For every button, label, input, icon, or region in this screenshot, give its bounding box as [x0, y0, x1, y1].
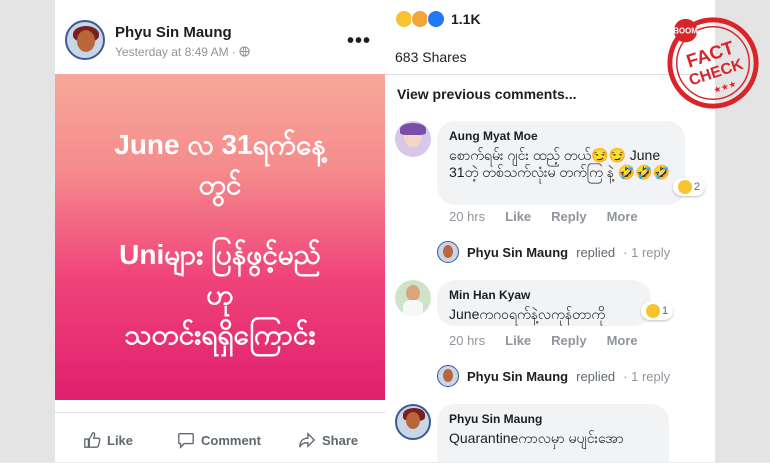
image-text-line-5: သတင်းရရှိကြောင်း [124, 319, 316, 350]
image-text-line-3: Uniများ ပြန်ဖွင့်မည် [119, 239, 321, 270]
comment-bubble: Min Han Kyaw Juneကဂ၀ရက်နဲ့လကုန်တာကို [437, 280, 651, 326]
commenter-avatar[interactable] [395, 280, 431, 316]
globe-icon [239, 46, 250, 57]
share-label: Share [322, 432, 359, 448]
like-button[interactable]: Like [83, 431, 133, 449]
comment-reaction-count: 1 [662, 305, 669, 317]
comment-bubble: Phyu Sin Maung Quarantineကာလမှာ မပျင်းအေ… [437, 404, 669, 462]
avatar-shirt [403, 300, 423, 316]
reactions-count: 1.1K [451, 11, 481, 27]
commenter-avatar[interactable] [395, 121, 431, 157]
author-avatar[interactable] [65, 20, 105, 60]
comment-icon [178, 433, 194, 449]
image-text-line-1: June လ 31ရက်နေ့ [114, 129, 326, 160]
post-header: Phyu Sin Maung Yesterday at 8:49 AM · ••… [55, 0, 385, 74]
author-name[interactable]: Phyu Sin Maung [115, 24, 232, 41]
facebook-post: Phyu Sin Maung Yesterday at 8:49 AM · ••… [55, 0, 385, 462]
avatar-face [77, 30, 95, 52]
commenter-name[interactable]: Aung Myat Moe [449, 129, 673, 143]
comment-time[interactable]: 20 hrs [449, 333, 485, 348]
haha-emoji-icon [646, 304, 660, 318]
image-text-line-4: ဟု [206, 279, 234, 310]
commenter-name[interactable]: Min Han Kyaw [449, 288, 639, 302]
haha-emoji-icon [678, 180, 692, 194]
post-timestamp[interactable]: Yesterday at 8:49 AM · [115, 45, 250, 59]
reply-avatar [437, 365, 459, 387]
comment-text: Quarantineကာလမှာ မပျင်းအော [449, 430, 624, 446]
post-image[interactable]: June လ 31ရက်နေ့ တွင် Uniများ ပြန်ဖွင့်မည… [55, 74, 385, 400]
replies-link[interactable]: Phyu Sin Maung replied · 1 reply [437, 365, 670, 387]
comment-text: Juneကဂ၀ရက်နဲ့လကုန်တာကို [449, 306, 606, 322]
comment-more-link[interactable]: More [607, 333, 638, 348]
replies-link[interactable]: Phyu Sin Maung replied · 1 reply [437, 241, 670, 263]
comment-like-link[interactable]: Like [505, 209, 531, 224]
comment-time[interactable]: 20 hrs [449, 209, 485, 224]
reply-author: Phyu Sin Maung [467, 368, 569, 384]
like-reaction-icon [427, 10, 445, 28]
reply-avatar [437, 241, 459, 263]
thumbs-up-icon [84, 432, 101, 448]
view-previous-comments-link[interactable]: View previous comments... [397, 86, 576, 102]
more-options-icon[interactable]: ••• [347, 30, 371, 53]
avatar-face [406, 285, 420, 301]
stamp-brand: BOOM [673, 27, 697, 36]
commenter-avatar[interactable] [395, 404, 431, 440]
comment-reaction-count: 2 [694, 181, 701, 193]
comment-actions: 20 hrs Like Reply More [449, 209, 638, 224]
comment-text: စောက်ရမ်း ဂျင်း ထည့် တယ်😏😏 June 31တဲ့ တစ… [449, 147, 671, 180]
like-label: Like [107, 432, 134, 448]
comment-reply-link[interactable]: Reply [551, 209, 586, 224]
image-text-line-2: တွင် [198, 169, 242, 200]
comment-reactions[interactable]: 1 [641, 302, 674, 320]
shares-count[interactable]: 683 Shares [395, 49, 467, 65]
reply-author: Phyu Sin Maung [467, 244, 569, 260]
commenter-name[interactable]: Phyu Sin Maung [449, 412, 657, 426]
comment-bubble: Aung Myat Moe စောက်ရမ်း ဂျင်း ထည့် တယ်😏😏… [437, 121, 685, 205]
avatar-face [406, 412, 420, 429]
reactions-summary[interactable]: 1.1K [395, 10, 481, 28]
reply-count: · 1 reply [623, 244, 671, 260]
timestamp-text: Yesterday at 8:49 AM · [115, 45, 240, 59]
comment-like-link[interactable]: Like [505, 333, 531, 348]
comment-button[interactable]: Comment [177, 431, 261, 449]
comment-actions: 20 hrs Like Reply More [449, 333, 638, 348]
fact-check-stamp: BOOM FACT CHECK ★★★ [667, 17, 759, 109]
comment-label: Comment [201, 432, 261, 448]
reply-word: replied [576, 244, 616, 260]
reply-count: · 1 reply [623, 368, 671, 384]
reply-word: replied [576, 368, 616, 384]
comment-more-link[interactable]: More [607, 209, 638, 224]
share-icon [299, 432, 316, 448]
comment-reply-link[interactable]: Reply [551, 333, 586, 348]
comment-reactions[interactable]: 2 [673, 178, 706, 196]
share-button[interactable]: Share [298, 431, 358, 449]
avatar-hair [400, 123, 426, 135]
stamp-stars: ★★★ [712, 79, 738, 96]
post-actions-bar: Like Comment Share [55, 412, 385, 463]
